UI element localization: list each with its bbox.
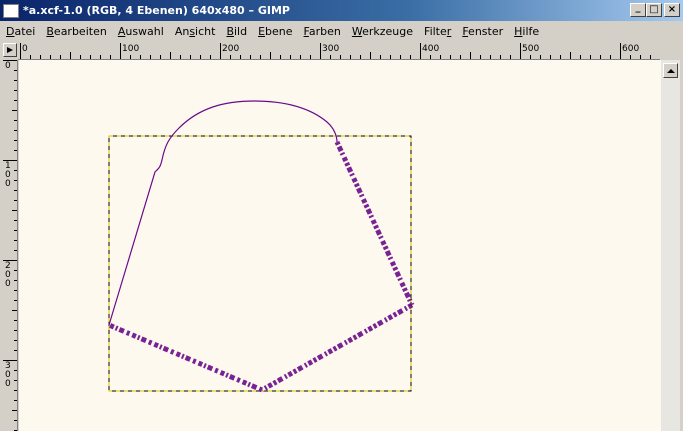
- minimize-icon: _: [635, 2, 641, 13]
- path-text-lower-left: [108, 322, 263, 393]
- window-title: *a.xcf-1.0 (RGB, 4 Ebenen) 640x480 – GIM…: [23, 4, 290, 17]
- vruler-label-0: 0: [5, 61, 11, 71]
- hruler-label-500: 500: [522, 44, 540, 54]
- menu-datei[interactable]: Datei: [6, 25, 35, 38]
- vruler-label-100: 100: [5, 161, 11, 189]
- menu-hilfe[interactable]: Hilfe: [514, 25, 539, 38]
- minimize-button[interactable]: _: [630, 3, 646, 17]
- canvas-drawing[interactable]: [19, 60, 661, 431]
- nav-triangle-icon[interactable]: [3, 43, 17, 57]
- menu-auswahl[interactable]: Auswahl: [118, 25, 164, 38]
- menu-fenster[interactable]: Fenster: [462, 25, 503, 38]
- menu-bar: Datei Bearbeiten Auswahl Ansicht Bild Eb…: [0, 21, 683, 42]
- menu-werkzeuge[interactable]: Werkzeuge: [352, 25, 413, 38]
- vruler-label-300: 300: [5, 361, 11, 389]
- horizontal-ruler[interactable]: 0 100 200 300 400 500 600: [18, 43, 660, 60]
- menu-bild[interactable]: Bild: [226, 25, 247, 38]
- hruler-label-200: 200: [222, 44, 240, 54]
- hruler-label-100: 100: [122, 44, 140, 54]
- close-button[interactable]: ×: [664, 3, 680, 17]
- scroll-up-arrow-icon[interactable]: [663, 63, 678, 78]
- menu-ebene[interactable]: Ebene: [258, 25, 292, 38]
- maximize-icon: □: [649, 4, 659, 15]
- image-canvas[interactable]: [19, 60, 661, 431]
- menu-bearbeiten[interactable]: Bearbeiten: [46, 25, 106, 38]
- title-bar[interactable]: *a.xcf-1.0 (RGB, 4 Ebenen) 640x480 – GIM…: [0, 0, 683, 21]
- hruler-label-0: 0: [22, 44, 28, 54]
- menu-filter[interactable]: Filter: [424, 25, 451, 38]
- hruler-label-400: 400: [422, 44, 440, 54]
- maximize-button[interactable]: □: [646, 3, 662, 17]
- path-outline: [108, 100, 338, 326]
- close-icon: ×: [667, 4, 677, 15]
- scroll-corner: [661, 43, 680, 60]
- vruler-label-200: 200: [5, 261, 11, 289]
- path-text-right: [334, 140, 415, 307]
- path-text-lower-right: [260, 302, 414, 393]
- hruler-label-300: 300: [322, 44, 340, 54]
- menu-ansicht[interactable]: Ansicht: [175, 25, 216, 38]
- vertical-scrollbar[interactable]: [661, 60, 680, 431]
- hruler-label-600: 600: [622, 44, 640, 54]
- window-controls: _ □ ×: [630, 3, 680, 17]
- vertical-ruler[interactable]: 0 100 200 300: [3, 60, 18, 431]
- menu-farben[interactable]: Farben: [304, 25, 341, 38]
- app-icon[interactable]: [3, 3, 19, 18]
